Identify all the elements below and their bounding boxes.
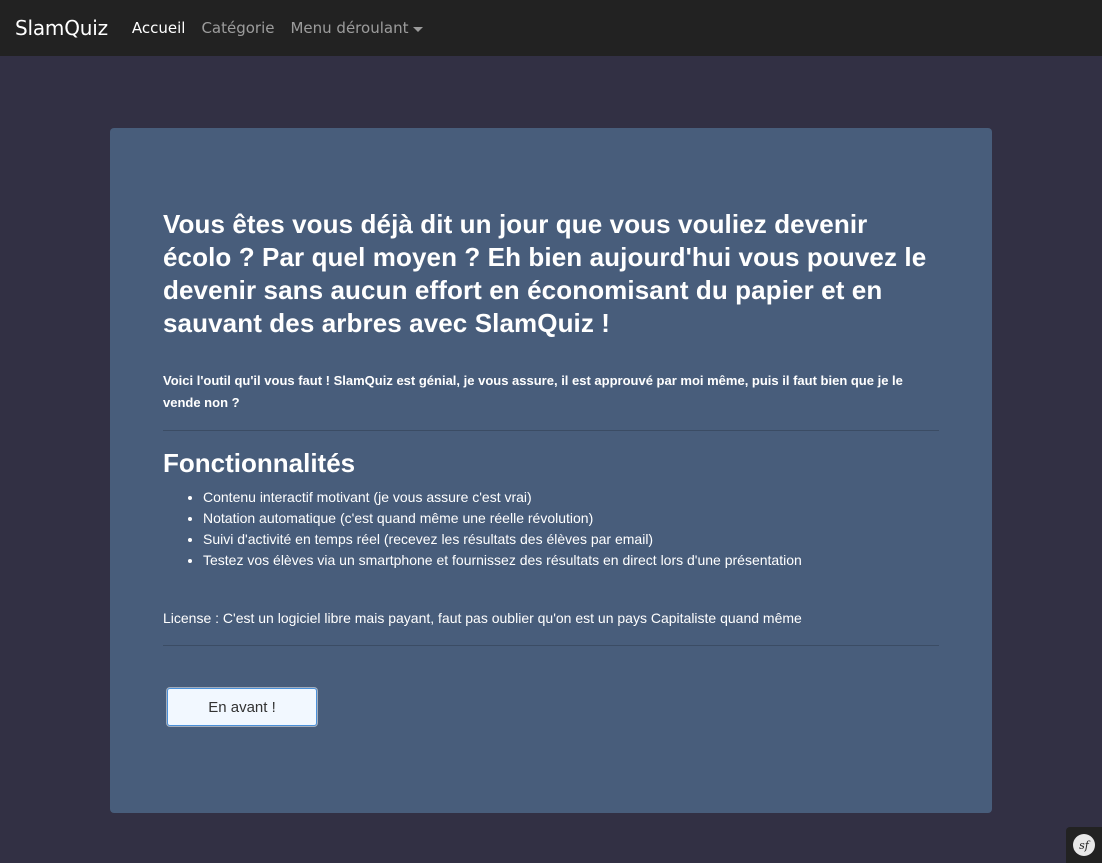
en-avant-button[interactable]: En avant ! xyxy=(167,688,317,726)
chevron-down-icon xyxy=(413,26,424,32)
list-item: Testez vos élèves via un smartphone et f… xyxy=(203,550,939,571)
hero-title: Vous êtes vous déjà dit un jour que vous… xyxy=(163,209,927,338)
feature-list: Contenu interactif motivant (je vous ass… xyxy=(163,487,939,571)
divider xyxy=(163,430,939,431)
list-item: Contenu interactif motivant (je vous ass… xyxy=(203,487,939,508)
brand-link[interactable]: SlamQuiz xyxy=(15,16,108,40)
divider xyxy=(163,645,939,646)
symfony-icon: sf xyxy=(1073,834,1095,856)
nav-categorie[interactable]: Catégorie xyxy=(201,19,274,37)
list-item: Suivi d'activité en temps réel (recevez … xyxy=(203,529,939,550)
license-text: License : C'est un logiciel libre mais p… xyxy=(163,610,802,626)
list-item: Notation automatique (c'est quand même u… xyxy=(203,508,939,529)
nav-accueil[interactable]: Accueil xyxy=(132,19,186,37)
nav-menu-deroulant[interactable]: Menu déroulant xyxy=(290,19,424,37)
features-title: Fonctionnalités xyxy=(163,448,356,478)
top-navbar: SlamQuiz Accueil Catégorie Menu déroulan… xyxy=(0,0,1102,56)
hero-lead: Voici l'outil qu'il vous faut ! SlamQuiz… xyxy=(163,373,903,410)
jumbotron: Vous êtes vous déjà dit un jour que vous… xyxy=(110,128,992,813)
debug-toolbar[interactable]: sf xyxy=(1066,827,1102,863)
nav-menu-deroulant-label: Menu déroulant xyxy=(290,19,409,37)
